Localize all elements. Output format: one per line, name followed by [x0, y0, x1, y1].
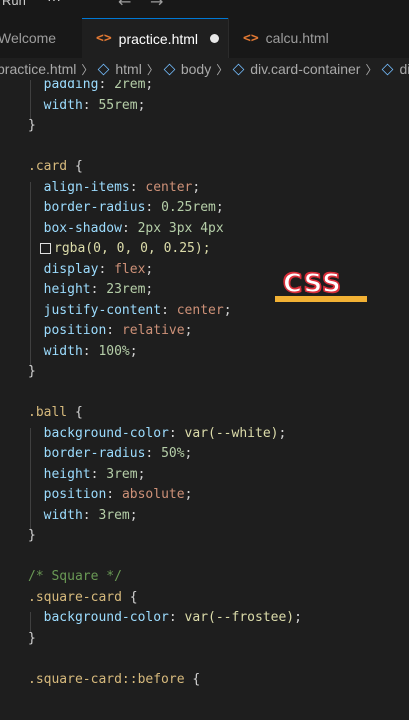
tab-welcome[interactable]: Welcome [0, 18, 82, 58]
code-line: /* Square */ [28, 569, 122, 584]
code-line: justify-content: center; [43, 302, 232, 318]
html-tag-icon: <> [243, 30, 259, 46]
unsaved-dot-icon[interactable] [210, 34, 220, 43]
css-logo-badge: CSS [275, 268, 367, 304]
code-line: } [28, 528, 36, 543]
code-line: .square-card::before { [28, 671, 201, 687]
code-line: width: 3rem; [43, 507, 138, 523]
tab-practice-html[interactable]: <> practice.html [82, 18, 228, 58]
chevron-right-icon: 〉 [365, 62, 378, 77]
element-cube-icon [232, 63, 245, 75]
tab-label: practice.html [118, 30, 199, 47]
code-line: .ball { [28, 405, 83, 420]
tab-calcu-html[interactable]: <> calcu.html [228, 18, 368, 58]
html-tag-icon: <> [96, 31, 112, 46]
tab-label: calcu.html [265, 30, 329, 46]
arrow-left-icon[interactable]: ← [118, 0, 131, 11]
breadcrumb-item-html[interactable]: html [98, 61, 142, 77]
breadcrumb-item-card-container[interactable]: div.card-container [232, 61, 360, 77]
code-line: padding: 2rem; [43, 80, 154, 92]
code-editor[interactable]: padding: 2rem; width: 55rem; } .card { a… [0, 80, 409, 720]
element-cube-icon [98, 63, 110, 75]
code-line: position: relative; [43, 323, 193, 338]
chevron-right-icon: 〉 [146, 62, 159, 77]
code-line: box-shadow: 2px 3px 4px [43, 220, 224, 236]
element-cube-icon [163, 63, 176, 75]
menu-bar: Run ··· ← → [0, 0, 409, 18]
run-menu[interactable]: Run [2, 0, 26, 8]
code-line: } [28, 118, 36, 133]
code-line: background-color: var(--frostee); [43, 610, 302, 625]
breadcrumb-item-file[interactable]: practice.html [0, 61, 76, 77]
code-line: rgba(0, 0, 0, 0.25); [28, 239, 302, 260]
tab-label: Welcome [0, 30, 57, 46]
code-lines: padding: 2rem; width: 55rem; } .card { a… [28, 80, 302, 690]
editor-tabs: Welcome <> practice.html <> calcu.html [0, 18, 409, 58]
code-line: } [28, 630, 36, 646]
code-line: width: 55rem; [43, 97, 146, 113]
chevron-right-icon: 〉 [216, 62, 229, 77]
more-menu-icon[interactable]: ··· [47, 0, 61, 7]
breadcrumb-item-body[interactable]: body [163, 61, 211, 77]
breadcrumb: practice.html 〉 html 〉 body 〉 div.card-c… [0, 58, 409, 80]
arrow-right-icon[interactable]: → [150, 0, 163, 11]
code-line: width: 100%; [43, 343, 138, 359]
chevron-right-icon: 〉 [81, 62, 94, 77]
code-line: border-radius: 0.25rem; [43, 200, 224, 215]
code-line: } [28, 364, 36, 379]
code-line: height: 3rem; [43, 466, 146, 482]
code-line: position: absolute; [43, 487, 193, 502]
code-line: align-items: center; [43, 179, 201, 195]
element-cube-icon [382, 63, 394, 75]
breadcrumb-item-div[interactable]: div [382, 61, 409, 77]
code-line: height: 23rem; [43, 282, 154, 297]
code-line: border-radius: 50%; [43, 446, 193, 461]
css-logo-text: CSS [282, 268, 342, 300]
code-line: .square-card { [28, 589, 138, 605]
code-line: .card { [28, 159, 83, 174]
code-line: background-color: var(--white); [43, 425, 287, 441]
code-line: display: flex; [43, 261, 154, 277]
color-swatch[interactable] [40, 243, 51, 254]
